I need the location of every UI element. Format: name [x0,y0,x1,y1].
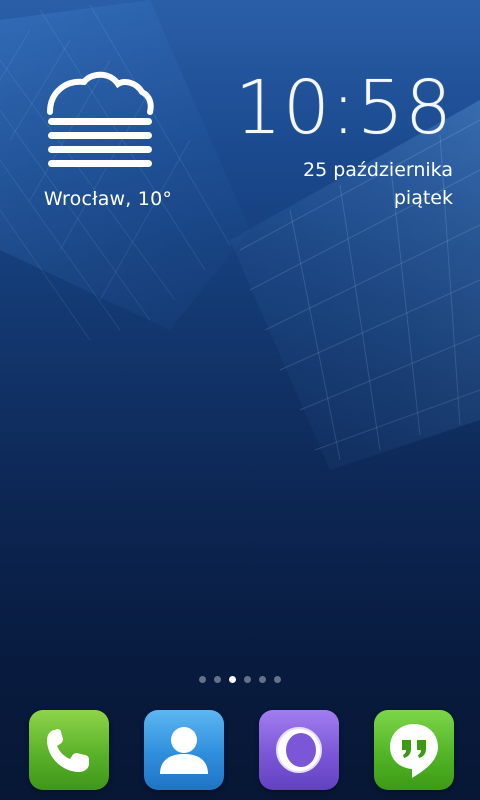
page-dot[interactable] [259,676,266,683]
page-dot[interactable] [244,676,251,683]
fog-cloud-icon [47,71,154,167]
person-silhouette-icon [160,727,208,774]
page-indicator [0,676,480,683]
clock-day: piątek [393,187,453,209]
clock-time: 10:58 [234,65,453,151]
contacts-app-button[interactable] [144,710,224,790]
weather-location: Wrocław, 10° [43,188,173,210]
page-dot-active[interactable] [229,676,236,683]
phone-app-button[interactable] [29,710,109,790]
browser-app-button[interactable] [259,710,339,790]
page-dot[interactable] [214,676,221,683]
page-dot[interactable] [199,676,206,683]
hangouts-app-button[interactable] [374,710,454,790]
phone-handset-icon [47,729,89,772]
page-dot[interactable] [274,676,281,683]
dock [0,710,480,800]
quote-bubble-icon [390,724,438,778]
clock-widget[interactable]: 10:58 25 października piątek [235,66,453,212]
home-screen[interactable]: Wrocław, 10° 10:58 25 października piąte… [0,0,480,800]
ring-globe-icon [276,727,322,773]
clock-date: 25 października [302,159,453,181]
